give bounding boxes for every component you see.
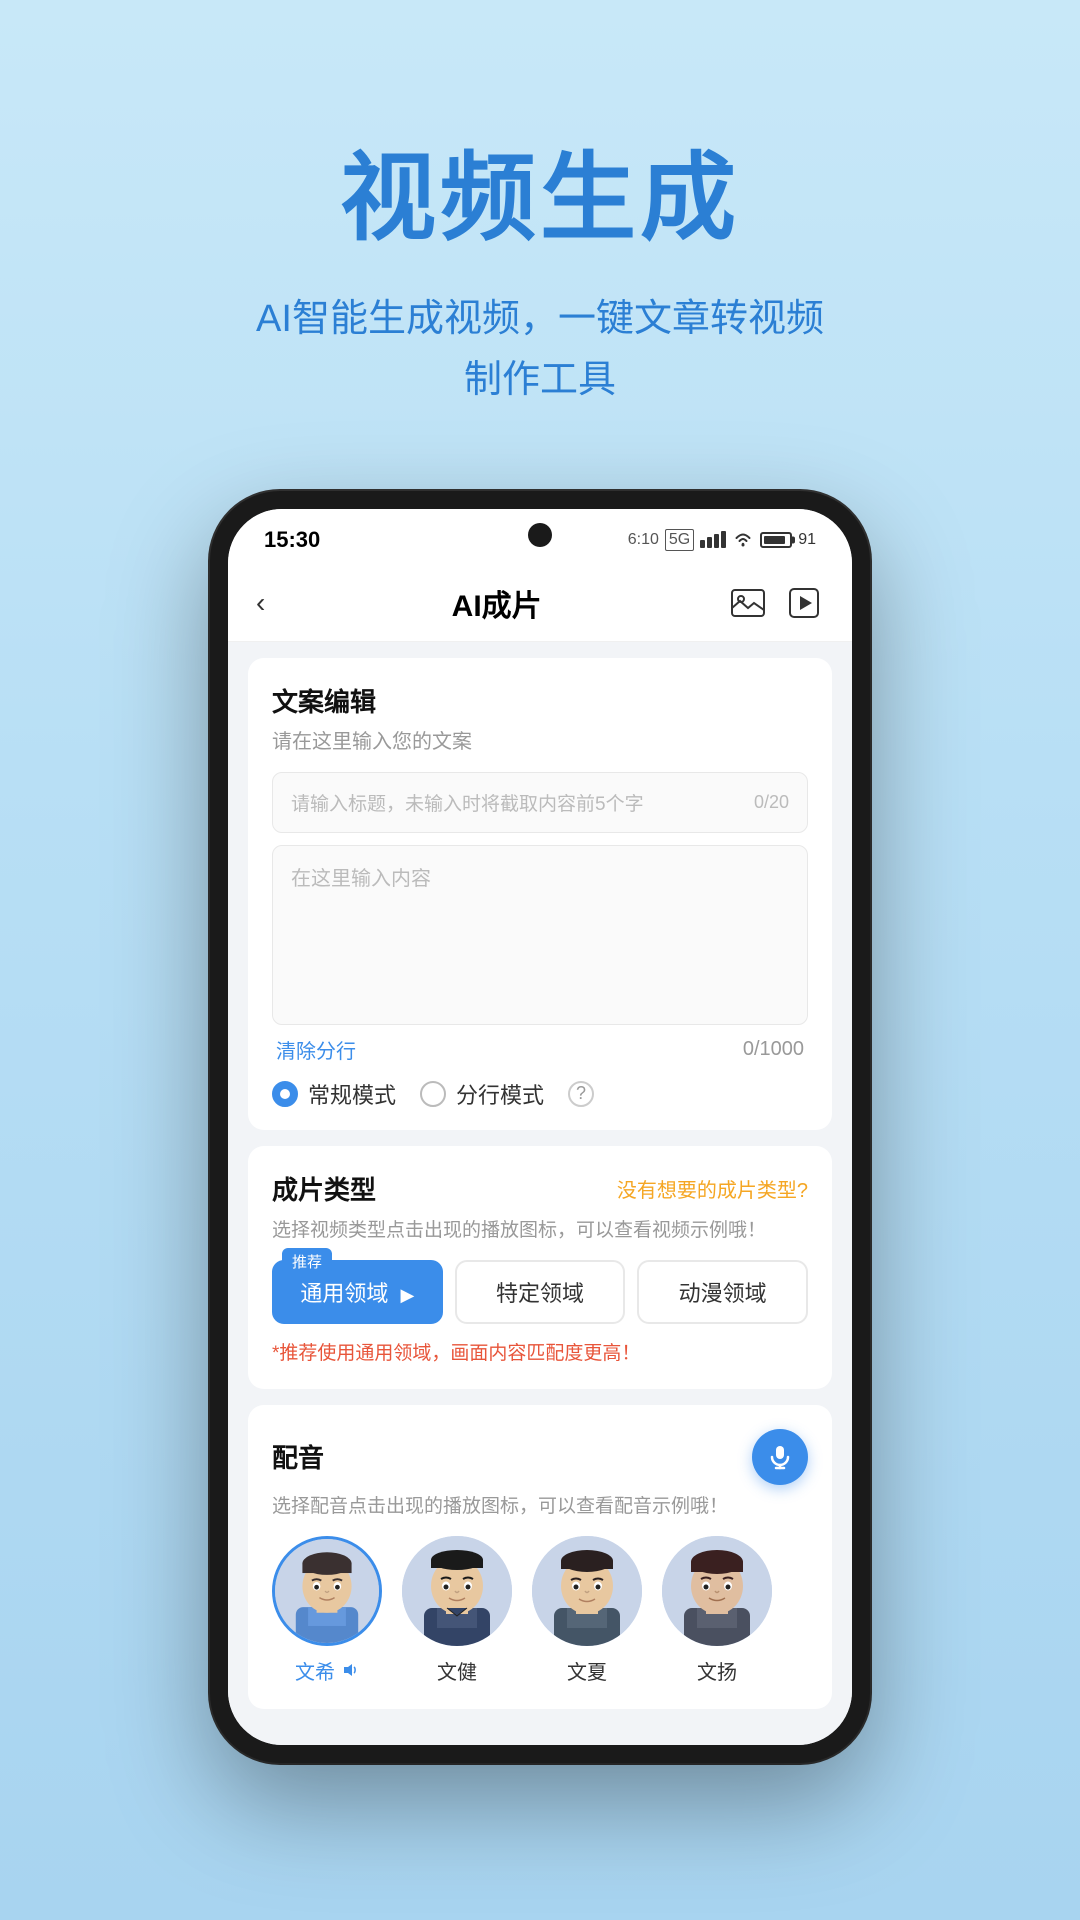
nav-actions <box>728 585 824 621</box>
type-note: *推荐使用通用领域，画面内容匹配度更高！ <box>272 1338 808 1365</box>
voice-desc: 选择配音点击出现的播放图标，可以查看配音示例哦！ <box>272 1491 808 1518</box>
gallery-icon[interactable] <box>728 585 768 621</box>
help-icon[interactable]: ? <box>568 1081 594 1107</box>
hero-title: 视频生成 <box>0 120 1080 259</box>
voice-name-4: 文扬 <box>697 1656 737 1685</box>
battery-icon <box>760 532 792 548</box>
split-mode-indicator <box>420 1081 446 1107</box>
status-bar: 15:30 6:10 5G <box>228 509 852 565</box>
normal-mode-indicator <box>272 1081 298 1107</box>
voice-name-1: 文希 <box>295 1656 359 1685</box>
network-type: 5G <box>665 529 694 551</box>
title-placeholder: 请输入标题，未输入时将截取内容前5个字 <box>291 789 644 816</box>
type-title: 成片类型 <box>272 1170 376 1207</box>
nav-title: AI成片 <box>452 581 542 625</box>
voice-item-1[interactable]: 文希 <box>272 1536 382 1685</box>
title-input[interactable]: 请输入标题，未输入时将截取内容前5个字 0/20 <box>272 772 808 833</box>
normal-mode-radio[interactable]: 常规模式 <box>272 1078 396 1110</box>
status-icons: 6:10 5G <box>628 529 816 551</box>
play-icon[interactable] <box>784 585 824 621</box>
type-btn-general[interactable]: 推荐 通用领域 ▶ <box>272 1260 443 1324</box>
copywriting-desc: 请在这里输入您的文案 <box>272 725 808 754</box>
volume-icon-1 <box>341 1661 359 1679</box>
char-counter: 0/1000 <box>743 1038 804 1061</box>
voice-avatar-3 <box>532 1536 642 1646</box>
wifi-icon <box>732 532 754 548</box>
phone-frame: 15:30 6:10 5G <box>210 491 870 1763</box>
signal-icon <box>700 531 726 548</box>
voice-name-2: 文健 <box>437 1656 477 1685</box>
phone-screen: 15:30 6:10 5G <box>228 509 852 1745</box>
content-textarea[interactable]: 在这里输入内容 <box>272 845 808 1025</box>
copywriting-title: 文案编辑 <box>272 682 808 719</box>
type-buttons: 推荐 通用领域 ▶ 特定领域 动漫领域 <box>272 1260 808 1324</box>
textarea-footer: 清除分行 0/1000 <box>272 1035 808 1064</box>
title-counter: 0/20 <box>754 792 789 813</box>
split-mode-label: 分行模式 <box>456 1078 544 1110</box>
copywriting-section: 文案编辑 请在这里输入您的文案 请输入标题，未输入时将截取内容前5个字 0/20… <box>248 658 832 1130</box>
split-mode-radio[interactable]: 分行模式 <box>420 1078 544 1110</box>
voice-avatar-2 <box>402 1536 512 1646</box>
voice-item-3[interactable]: 文夏 <box>532 1536 642 1685</box>
voice-avatar-4 <box>662 1536 772 1646</box>
voice-avatar-1 <box>272 1536 382 1646</box>
camera-notch <box>528 523 552 547</box>
nav-bar: ‹ AI成片 <box>228 565 852 642</box>
back-button[interactable]: ‹ <box>256 587 265 619</box>
content-area: 文案编辑 请在这里输入您的文案 请输入标题，未输入时将截取内容前5个字 0/20… <box>228 642 852 1745</box>
type-play-icon: ▶ <box>400 1285 414 1305</box>
normal-mode-label: 常规模式 <box>308 1078 396 1110</box>
status-time: 15:30 <box>264 527 320 553</box>
battery-percent: 91 <box>798 531 816 549</box>
voice-name-3: 文夏 <box>567 1656 607 1685</box>
type-btn-anime[interactable]: 动漫领域 <box>637 1260 808 1324</box>
content-placeholder: 在这里输入内容 <box>291 862 431 891</box>
type-desc: 选择视频类型点击出现的播放图标，可以查看视频示例哦！ <box>272 1215 808 1242</box>
hero-subtitle: AI智能生成视频，一键文章转视频 制作工具 <box>0 289 1080 411</box>
network-label: 6:10 <box>628 531 659 549</box>
type-btn-specific[interactable]: 特定领域 <box>455 1260 626 1324</box>
clear-button[interactable]: 清除分行 <box>276 1035 356 1064</box>
voice-section: 配音 选择配音点击出现的播放图标，可以查看配音示例哦！ <box>248 1405 832 1709</box>
mode-row: 常规模式 分行模式 ? <box>272 1078 808 1110</box>
voice-header: 配音 <box>272 1429 808 1485</box>
voice-item-2[interactable]: 文健 <box>402 1536 512 1685</box>
phone-mockup: 15:30 6:10 5G <box>0 491 1080 1763</box>
type-header: 成片类型 没有想要的成片类型? <box>272 1170 808 1207</box>
recommend-badge: 推荐 <box>282 1248 332 1275</box>
voice-play-button[interactable] <box>752 1429 808 1485</box>
voice-item-4[interactable]: 文扬 <box>662 1536 772 1685</box>
voice-avatars: 文希 <box>272 1536 808 1685</box>
type-link[interactable]: 没有想要的成片类型? <box>617 1174 808 1203</box>
production-type-section: 成片类型 没有想要的成片类型? 选择视频类型点击出现的播放图标，可以查看视频示例… <box>248 1146 832 1389</box>
voice-title: 配音 <box>272 1438 324 1475</box>
hero-section: 视频生成 AI智能生成视频，一键文章转视频 制作工具 <box>0 0 1080 471</box>
